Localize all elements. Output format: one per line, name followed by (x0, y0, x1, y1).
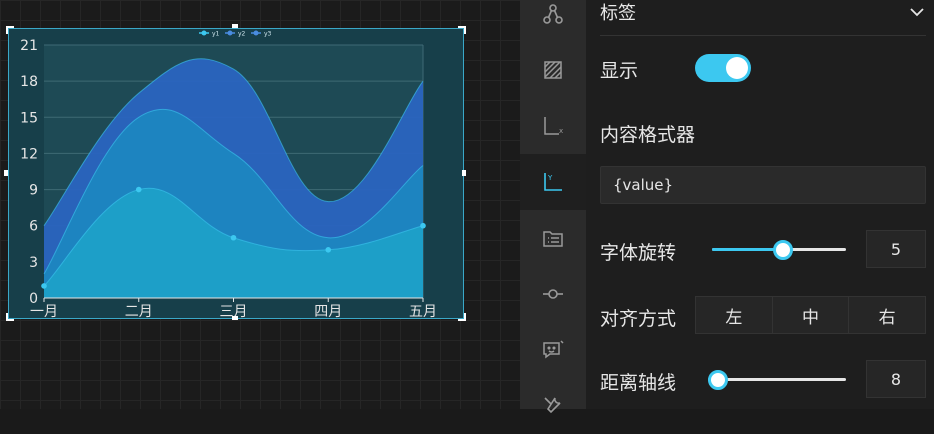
resize-handle-top-right[interactable] (458, 26, 466, 34)
y-tick-label: 15 (20, 110, 38, 126)
rotate-slider[interactable] (712, 240, 846, 260)
x-tick-label: 四月 (314, 304, 342, 320)
graph-nodes-icon (543, 4, 563, 24)
formatter-label: 内容格式器 (600, 124, 696, 146)
y-tick-label: 12 (20, 146, 38, 162)
resize-handle-bottom-left[interactable] (6, 313, 14, 321)
toggle-knob (726, 57, 748, 79)
data-point-y1 (230, 234, 237, 241)
slider-thumb[interactable] (708, 370, 728, 390)
slider-track (708, 378, 846, 381)
y-tick-label: 9 (29, 183, 38, 199)
y-tick-label: 21 (20, 38, 38, 54)
editor-canvas[interactable]: 0 3 6 9 12 15 18 21 一月 二月 三月 四月 五月 y1 y2 y3 (0, 0, 520, 409)
legend-marker-y2 (227, 30, 233, 36)
resize-handle-bottom[interactable] (232, 316, 238, 320)
align-center-button[interactable]: 中 (772, 297, 850, 333)
area-chart: 036912151821一月 二月 三月 四月 五月y1 y2 y3 (20, 30, 437, 320)
slider-thumb[interactable] (773, 240, 793, 260)
legend-label-y3: y3 (264, 31, 272, 38)
resize-handle-top-left[interactable] (6, 26, 14, 34)
rail-x-axis[interactable]: x (520, 98, 586, 154)
data-point-y1 (41, 283, 47, 289)
rail-legend[interactable] (520, 210, 586, 266)
legend-label-y1: y1 (212, 31, 220, 38)
distance-slider[interactable] (708, 370, 846, 390)
resize-handle-top[interactable] (232, 24, 238, 28)
data-point-y1 (420, 222, 426, 229)
svg-text:Y: Y (547, 174, 553, 182)
series-line-icon (543, 289, 563, 299)
y-axis-icon: Y (544, 173, 562, 191)
resize-handle-right[interactable] (462, 170, 466, 176)
svg-text:x: x (559, 127, 563, 135)
tooltip-icon (543, 340, 564, 359)
properties-panel: 标签 显示 内容格式器 字体旋转 5 对齐方式 左 中 右 距离轴线 8 (586, 0, 934, 409)
grid-area-icon (544, 61, 562, 79)
align-label: 对齐方式 (600, 308, 677, 330)
rail-tooltip[interactable] (520, 322, 586, 378)
legend-list-icon (543, 231, 563, 247)
section-title: 标签 (600, 2, 636, 24)
distance-label: 距离轴线 (600, 372, 677, 394)
rotate-label: 字体旋转 (600, 242, 677, 264)
rail-y-axis[interactable]: Y (520, 154, 586, 210)
show-label: 显示 (600, 60, 639, 82)
show-toggle[interactable] (695, 54, 751, 82)
rail-grid-area[interactable] (520, 42, 586, 98)
y-tick-label: 6 (29, 219, 38, 235)
data-point-y1 (325, 247, 332, 253)
x-tick-label: 五月 (409, 304, 437, 320)
legend-label-y2: y2 (238, 31, 246, 38)
rail-graph[interactable] (520, 0, 586, 42)
data-point-y1 (135, 186, 142, 193)
align-left-button[interactable]: 左 (696, 297, 773, 333)
y-tick-label: 18 (20, 74, 38, 90)
resize-handle-left[interactable] (4, 170, 8, 176)
label-section-header[interactable]: 标签 (600, 0, 926, 36)
rotate-value-input[interactable]: 5 (866, 230, 926, 268)
rail-tools[interactable] (520, 378, 586, 434)
distance-value-input[interactable]: 8 (866, 360, 926, 398)
align-right-button[interactable]: 右 (849, 297, 926, 333)
config-icon-rail: x Y (520, 0, 586, 414)
y-tick-label: 3 (29, 255, 38, 271)
formatter-input[interactable] (600, 166, 926, 204)
x-tick-label: 二月 (125, 304, 153, 320)
x-tick-label: 一月 (30, 304, 58, 320)
legend-marker-y1 (201, 30, 207, 36)
x-axis-icon: x (544, 117, 563, 135)
resize-handle-bottom-right[interactable] (458, 313, 466, 321)
align-segmented-control: 左 中 右 (695, 296, 926, 334)
legend-marker-y3 (253, 30, 259, 36)
chevron-down-icon (910, 7, 924, 16)
rail-series[interactable] (520, 266, 586, 322)
tools-icon (544, 397, 561, 414)
